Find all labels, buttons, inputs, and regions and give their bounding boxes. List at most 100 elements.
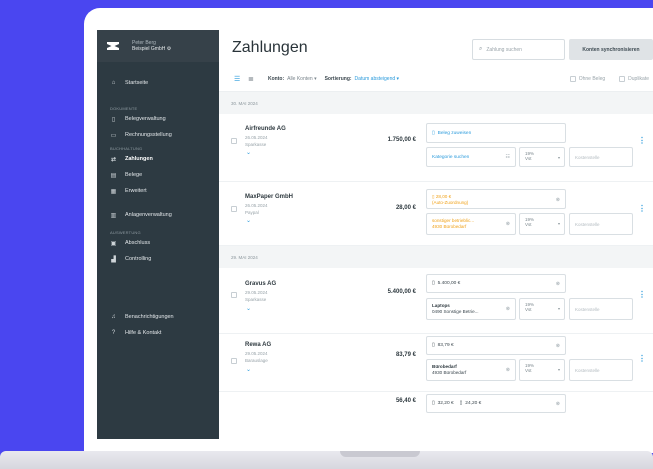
row-checkbox[interactable]	[231, 358, 237, 364]
brand-header[interactable]: Peter Berg Beispiel GmbH ⚙	[97, 30, 219, 62]
checkbox[interactable]	[619, 75, 626, 82]
sidebar-item-receipts[interactable]: ▤ Belege	[97, 167, 219, 183]
close-icon[interactable]: ⊗	[556, 401, 560, 407]
chevron-down-icon[interactable]: ⌄	[246, 149, 251, 156]
close-icon[interactable]: ⊗	[556, 197, 560, 204]
cost-center-input[interactable]: Kostenstelle	[569, 298, 633, 320]
sidebar-item-notifications[interactable]: ♫ Benachrichtigungen	[97, 309, 219, 325]
document-icon: ▯	[432, 194, 435, 199]
chevron-down-icon[interactable]: ⌄	[246, 217, 251, 224]
date-separator: 29. MAI 2024	[219, 246, 653, 268]
chevron-down-icon: ▾	[557, 221, 560, 226]
close-icon[interactable]: ⊗	[506, 221, 510, 228]
payment-amount: 5.400,00 €	[387, 289, 416, 295]
receipt-slot[interactable]: ▯ 28,00 € (Auto-Zuordnung) ⊗	[426, 189, 566, 209]
close-icon[interactable]: ⊗	[556, 281, 560, 287]
filter-no-receipt[interactable]: Ohne Beleg	[569, 75, 605, 82]
more-options-icon[interactable]: ⋮	[638, 290, 646, 299]
sidebar-item-controlling[interactable]: ▟ Controlling	[97, 251, 219, 267]
receipt-slot[interactable]: ▯ 5.400,00 € ⊗	[426, 274, 566, 293]
clipboard-icon: ▣	[110, 240, 117, 247]
sidebar-item-closing[interactable]: ▣ Abschluss	[97, 235, 219, 251]
payee-name: Gravus AG	[245, 281, 277, 287]
chevron-down-icon: ▾	[557, 367, 560, 372]
sidebar-item-advanced[interactable]: ▦ Erweitert	[97, 183, 219, 199]
row-checkbox[interactable]	[231, 292, 237, 298]
document-icon: ▯	[111, 116, 116, 123]
vat-select[interactable]: 19% Vst ▾	[519, 359, 565, 381]
list-view-icon[interactable]: ☰	[234, 75, 242, 83]
filter-duplicates[interactable]: Duplikate	[619, 75, 649, 82]
payment-account: Sparkasse	[245, 142, 267, 147]
sidebar-item-assets[interactable]: ▥ Anlagenverwaltung	[97, 207, 219, 223]
close-icon[interactable]: ⊗	[556, 343, 560, 349]
sidebar-item-receipts-management[interactable]: ▯ Belegverwaltung	[97, 111, 219, 127]
sidebar-item-label: Hilfe & Kontakt	[125, 330, 162, 336]
cost-center-input[interactable]: Kostenstelle	[569, 359, 633, 381]
vat-select[interactable]: 19% Vst ▾	[519, 213, 565, 235]
search-placeholder: Zahlung suchen	[486, 46, 522, 53]
close-icon[interactable]: ⊗	[506, 367, 510, 374]
bell-icon: ♫	[111, 314, 116, 320]
cost-center-input[interactable]: Kostenstelle	[569, 213, 633, 235]
help-icon: ?	[111, 330, 116, 336]
payment-row[interactable]: MaxPaper GmbH 26.05.2024 Paypal ⌄ 28,00 …	[219, 182, 653, 246]
list-icon: ☷	[505, 154, 510, 160]
chevron-down-icon[interactable]: ⌄	[246, 366, 251, 373]
logo-icon	[107, 42, 119, 50]
sidebar-item-invoicing[interactable]: ▭ Rechnungsstellung	[97, 127, 219, 143]
payment-row[interactable]: 56,40 € ▯ 32,20 € ▯ 24,20 € ⊗	[219, 392, 653, 422]
sync-accounts-button[interactable]: Konten synchronisieren	[569, 39, 653, 60]
page-title: Zahlungen	[232, 39, 308, 56]
checkbox[interactable]	[569, 75, 576, 82]
sidebar-section-bookkeeping: BUCHHALTUNG	[110, 146, 143, 151]
close-icon[interactable]: ⊗	[506, 306, 510, 313]
payment-date: 26.05.2024	[245, 135, 268, 140]
receipt-slot[interactable]: ▯ 32,20 € ▯ 24,20 € ⊗	[426, 394, 566, 413]
sidebar: Peter Berg Beispiel GmbH ⚙ ⌂ Startseite …	[97, 30, 219, 439]
search-input[interactable]: ⌕ Zahlung suchen	[472, 39, 565, 60]
transfer-icon: ⇄	[110, 156, 117, 163]
category-field[interactable]: Laptops 0490 Sonstige Betrie... ⊗	[426, 298, 516, 320]
payment-amount: 56,40 €	[395, 398, 416, 404]
sidebar-section-documents: DOKUMENTE	[110, 106, 138, 111]
cost-center-input[interactable]: Kostenstelle	[569, 147, 633, 167]
sidebar-item-label: Abschluss	[125, 240, 151, 246]
sidebar-item-help[interactable]: ? Hilfe & Kontakt	[97, 325, 219, 341]
payment-row[interactable]: Rewa AG 29.05.2024 Barauslage ⌄ 83,79 € …	[219, 334, 653, 392]
payment-row[interactable]: Airfreunde AG 26.05.2024 Sparkasse ⌄ 1.7…	[219, 114, 653, 182]
document-icon: ▯	[432, 401, 435, 406]
account-filter-dropdown[interactable]: Alle Konten ▾	[287, 76, 316, 82]
category-search-input[interactable]: Kategorie suchen ☷	[426, 147, 516, 167]
sidebar-item-label: Belegverwaltung	[125, 116, 166, 122]
payee-name: Airfreunde AG	[245, 126, 286, 132]
more-options-icon[interactable]: ⋮	[638, 204, 646, 213]
payment-amount: 28,00 €	[395, 205, 416, 211]
receipt-slot[interactable]: ▯ 83,79 € ⊗	[426, 336, 566, 355]
sidebar-item-home[interactable]: ⌂ Startseite	[97, 75, 219, 91]
vat-select[interactable]: 19% Vst ▾	[519, 298, 565, 320]
payment-row[interactable]: Gravus AG 29.05.2024 Sparkasse ⌄ 5.400,0…	[219, 268, 653, 334]
compact-view-icon[interactable]: ≣	[248, 75, 256, 83]
row-checkbox[interactable]	[231, 138, 237, 144]
sort-dropdown[interactable]: Datum absteigend ▾	[355, 76, 400, 82]
sidebar-item-payments[interactable]: ⇄ Zahlungen	[97, 151, 219, 167]
vat-select[interactable]: 19% Vst ▾	[519, 147, 565, 167]
document-icon: ▯	[432, 130, 435, 136]
page-header: Zahlungen ⌕ Zahlung suchen Konten synchr…	[219, 30, 653, 66]
payment-amount: 1.750,00 €	[387, 137, 416, 143]
sort-label: Sortierung:	[324, 75, 352, 82]
category-field[interactable]: Bürobedarf 4930 Bürobedarf ⊗	[426, 359, 516, 381]
row-checkbox[interactable]	[231, 206, 237, 212]
sidebar-item-label: Anlagenverwaltung	[125, 212, 172, 218]
more-options-icon[interactable]: ⋮	[638, 136, 646, 145]
assign-receipt-button[interactable]: ▯ Beleg zuweisen	[426, 123, 566, 143]
chevron-down-icon[interactable]: ⌄	[246, 305, 251, 312]
payment-account: Sparkasse	[245, 297, 267, 302]
chevron-down-icon: ▾	[557, 306, 560, 311]
more-options-icon[interactable]: ⋮	[638, 354, 646, 363]
category-field[interactable]: sonstiger betrieblic... 4930 Bürobedarf …	[426, 213, 516, 235]
filter-toolbar: ☰ ≣ Konto: Alle Konten ▾ Sortierung: Dat…	[219, 66, 653, 92]
receipt-icon: ▤	[110, 172, 117, 179]
payment-account: Paypal	[245, 210, 259, 215]
